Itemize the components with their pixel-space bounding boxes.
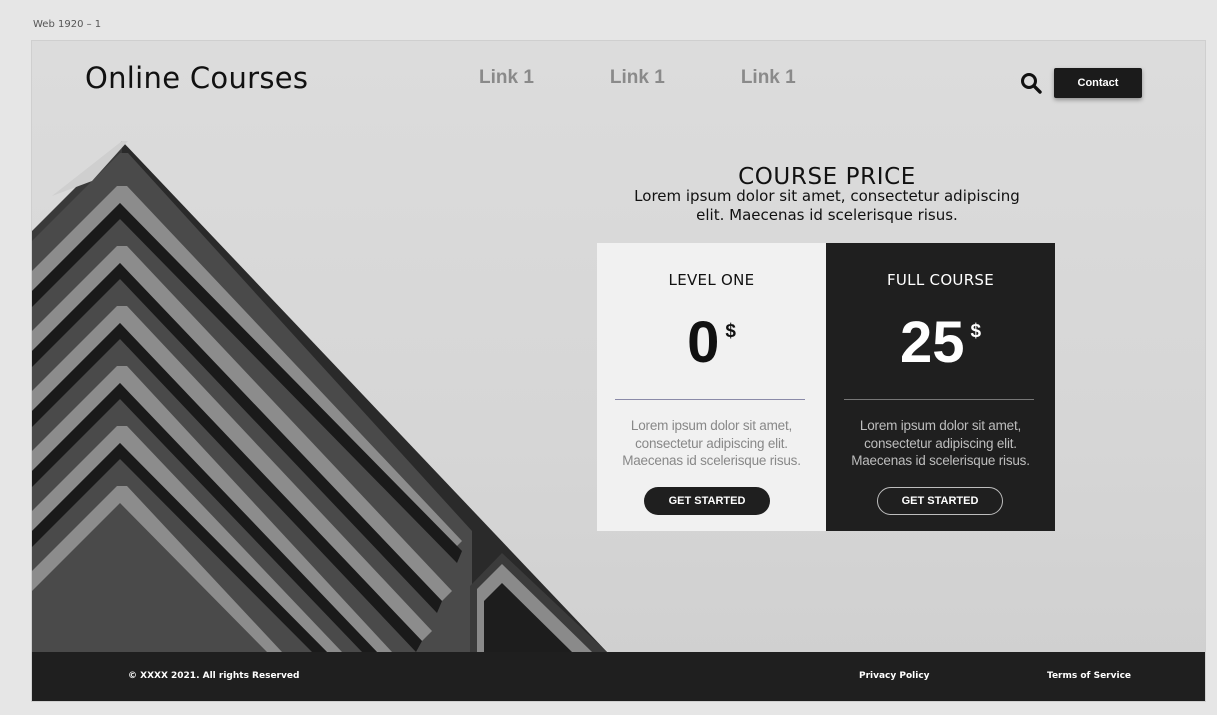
get-started-button[interactable]: GET STARTED xyxy=(877,487,1003,515)
privacy-policy-link[interactable]: Privacy Policy xyxy=(859,671,930,681)
nav-link-3[interactable]: Link 1 xyxy=(741,67,796,89)
brand-title[interactable]: Online Courses xyxy=(85,61,308,95)
footer: © XXXX 2021. All rights Reserved Privacy… xyxy=(32,652,1205,701)
search-icon[interactable] xyxy=(1020,72,1042,94)
artboard-label: Web 1920 – 1 xyxy=(33,19,102,30)
price-amount: 0 xyxy=(687,310,720,375)
get-started-button[interactable]: GET STARTED xyxy=(644,487,770,515)
plan-name: FULL COURSE xyxy=(886,271,995,289)
plan-name: LEVEL ONE xyxy=(668,271,755,289)
plan-price: 0 $ xyxy=(597,309,826,376)
pricing-card-full-course: FULL COURSE 25 $ Lorem ipsum dolor sit am… xyxy=(826,243,1055,531)
nav-link-2[interactable]: Link 1 xyxy=(610,67,665,89)
plan-price: 25 $ xyxy=(826,309,1055,376)
nav-link-1[interactable]: Link 1 xyxy=(479,67,534,89)
plan-description: Lorem ipsum dolor sit amet, consectetur … xyxy=(851,418,1030,468)
web-page-frame: Online Courses Link 1 Link 1 Link 1 Cont… xyxy=(31,40,1206,702)
terms-of-service-link[interactable]: Terms of Service xyxy=(1047,671,1131,681)
contact-button[interactable]: Contact xyxy=(1054,68,1142,98)
building-hero-image xyxy=(32,141,607,652)
section-subtitle: Lorem ipsum dolor sit amet, consectetur … xyxy=(634,187,1020,224)
copyright-text: © XXXX 2021. All rights Reserved xyxy=(128,671,300,681)
price-currency: $ xyxy=(970,321,982,342)
price-amount: 25 xyxy=(899,310,965,375)
price-currency: $ xyxy=(725,321,736,342)
card-divider xyxy=(615,399,805,400)
plan-description: Lorem ipsum dolor sit amet, consectetur … xyxy=(622,418,801,468)
pricing-card-level-one: LEVEL ONE 0 $ Lorem ipsum dolor sit amet,… xyxy=(597,243,826,531)
card-divider xyxy=(844,399,1034,400)
main-nav: Link 1 Link 1 Link 1 xyxy=(479,67,796,89)
